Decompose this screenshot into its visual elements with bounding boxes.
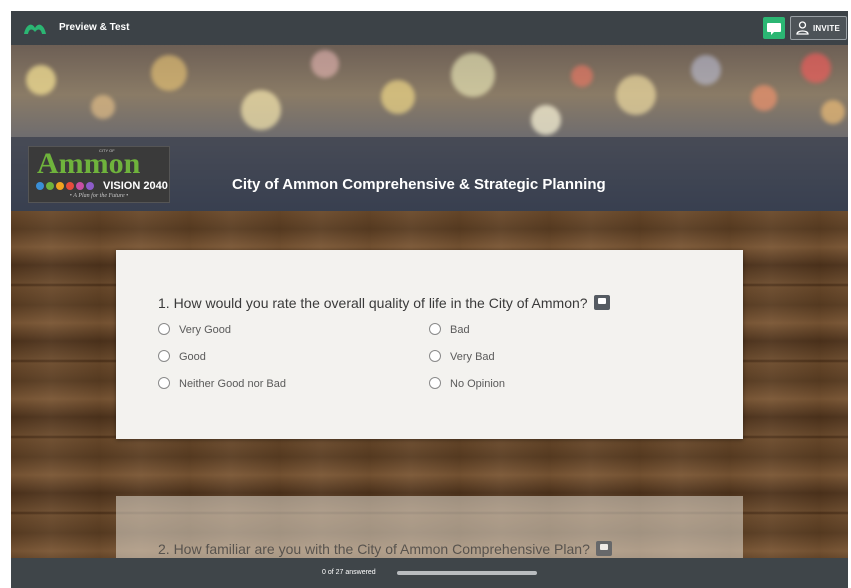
radio-button[interactable] — [158, 323, 170, 335]
radio-button[interactable] — [429, 377, 441, 389]
progress-text: 0 of 27 answered — [322, 569, 376, 576]
chat-bubble-icon — [767, 23, 781, 35]
hero-banner: CITY OF Ammon VISION 2040 • A Plan for t… — [11, 45, 848, 211]
top-bar: Preview & Test INVITE — [11, 11, 848, 45]
question-2-text: 2. How familiar are you with the City of… — [158, 541, 612, 557]
bokeh-light — [241, 90, 281, 130]
survey-title: City of Ammon Comprehensive & Strategic … — [232, 176, 606, 193]
logo-vision-2040: VISION 2040 — [103, 180, 168, 192]
comment-icon[interactable] — [593, 295, 610, 310]
comment-icon[interactable] — [595, 541, 612, 556]
option-label: Very Good — [179, 324, 231, 336]
invite-button[interactable]: INVITE — [790, 16, 847, 40]
progress-footer: 0 of 27 answered — [11, 558, 848, 588]
progress-bar — [397, 571, 537, 575]
bokeh-light — [451, 53, 495, 97]
logo-tagline: • A Plan for the Future • — [69, 193, 129, 199]
option-label: Good — [179, 351, 206, 363]
logo-color-dots — [36, 182, 94, 190]
city-of-ammon-logo: CITY OF Ammon VISION 2040 • A Plan for t… — [28, 146, 170, 203]
bokeh-light — [821, 100, 845, 124]
option-label: Very Bad — [450, 351, 495, 363]
logo-ammon-word: Ammon — [37, 147, 141, 180]
question-1-label: 1. How would you rate the overall qualit… — [158, 295, 588, 311]
bokeh-light — [381, 80, 415, 114]
question-card-1: 1. How would you rate the overall qualit… — [116, 250, 743, 439]
bokeh-light — [311, 50, 339, 78]
radio-button[interactable] — [429, 323, 441, 335]
radio-button[interactable] — [158, 350, 170, 362]
survey-monkey-logo-icon[interactable] — [22, 18, 48, 38]
radio-button[interactable] — [158, 377, 170, 389]
question-2-label: 2. How familiar are you with the City of… — [158, 541, 590, 557]
invite-label: INVITE — [813, 24, 840, 33]
question-1-text: 1. How would you rate the overall qualit… — [158, 295, 610, 311]
bokeh-light — [571, 65, 593, 87]
bokeh-light — [91, 95, 115, 119]
radio-button[interactable] — [429, 350, 441, 362]
bokeh-light — [801, 53, 831, 83]
bokeh-light — [616, 75, 656, 115]
question-card-2: 2. How familiar are you with the City of… — [116, 496, 743, 558]
bokeh-light — [151, 55, 187, 91]
option-label: Neither Good nor Bad — [179, 378, 287, 390]
option-label: Bad — [450, 324, 470, 336]
bokeh-light — [751, 85, 777, 111]
bokeh-light — [691, 55, 721, 85]
app-title: Preview & Test — [59, 22, 130, 33]
bokeh-light — [26, 65, 56, 95]
option-label: No Opinion — [450, 378, 506, 390]
chat-button[interactable] — [763, 17, 785, 39]
bokeh-light — [531, 105, 561, 135]
user-icon — [796, 21, 809, 35]
survey-preview-window: Preview & Test INVITE CITY OF Ammon VISI… — [11, 11, 848, 588]
